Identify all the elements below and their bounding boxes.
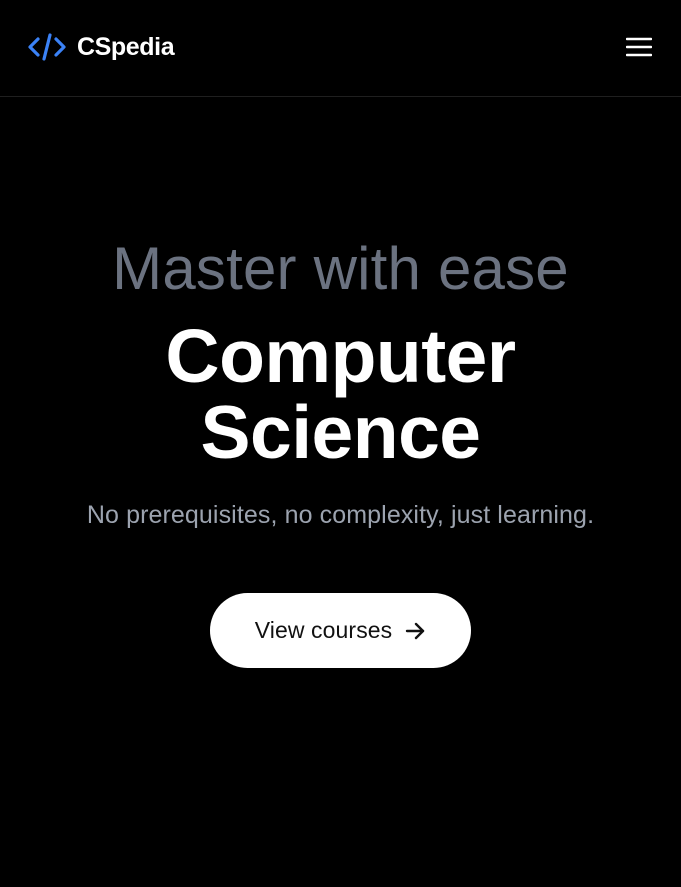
brand-name: CSpedia xyxy=(77,32,175,61)
arrow-right-icon xyxy=(404,620,426,642)
hamburger-menu-icon xyxy=(626,37,652,57)
site-header: CSpedia xyxy=(0,0,681,97)
view-courses-label: View courses xyxy=(254,617,393,643)
hero-subtitle: No prerequisites, no complexity, just le… xyxy=(86,501,595,529)
hero-title-line2: Science xyxy=(200,390,481,474)
hero-kicker: Master with ease xyxy=(112,235,569,302)
view-courses-button[interactable]: View courses xyxy=(210,593,471,668)
code-brackets-icon xyxy=(28,33,66,61)
hero-title: Computer Science xyxy=(0,318,681,470)
hero-title-line1: Computer xyxy=(165,314,516,398)
menu-button[interactable] xyxy=(625,33,653,61)
brand-logo[interactable]: CSpedia xyxy=(28,30,175,64)
